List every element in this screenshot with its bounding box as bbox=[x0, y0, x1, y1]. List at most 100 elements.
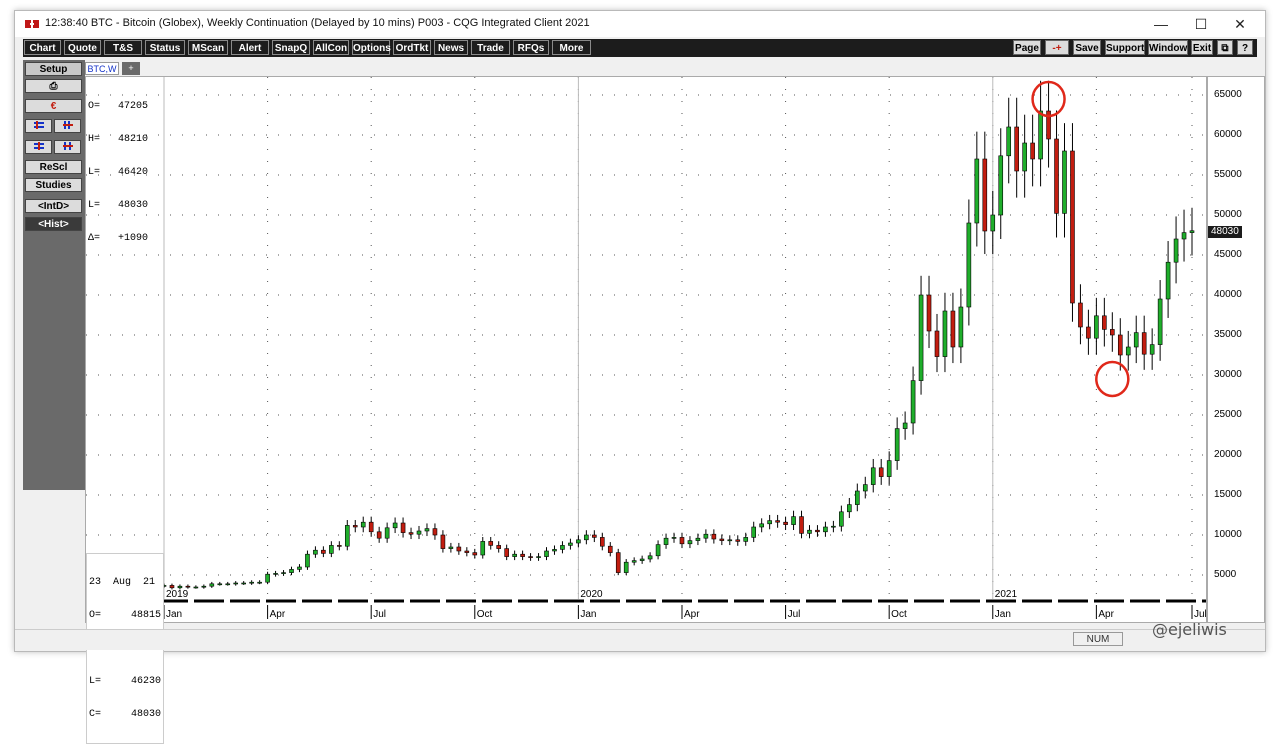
candle-body bbox=[1030, 142, 1035, 160]
candle-body bbox=[878, 467, 884, 477]
change-value: Δ= +1090 bbox=[88, 233, 149, 244]
candle-body bbox=[1094, 315, 1099, 339]
intraday-button[interactable]: <IntD> bbox=[25, 199, 82, 213]
more-button[interactable]: More bbox=[552, 40, 591, 55]
status-button[interactable]: Status bbox=[145, 40, 185, 55]
candle-body bbox=[337, 545, 342, 547]
news-button[interactable]: News bbox=[434, 40, 468, 55]
candle-body bbox=[1189, 230, 1195, 233]
record-icon[interactable]: € bbox=[25, 99, 82, 113]
candle-body bbox=[751, 526, 757, 538]
price-chart[interactable]: 2019 2020 2021 Jan Apr Jul Oct Jan Apr Jul Oct Jan A… bbox=[85, 76, 1207, 744]
tab-btc-weekly[interactable]: BTC,W bbox=[85, 62, 119, 75]
allcon-button[interactable]: AllCon bbox=[313, 40, 349, 55]
help-button[interactable]: ? bbox=[1237, 40, 1253, 55]
candle-body bbox=[831, 525, 836, 528]
studies-button[interactable]: Studies bbox=[25, 178, 82, 192]
candle-body bbox=[735, 539, 741, 542]
rescale-button[interactable]: ReScl bbox=[25, 160, 82, 174]
historical-button[interactable]: <Hist> bbox=[25, 217, 82, 231]
zoom-in-vertical-icon[interactable] bbox=[54, 119, 81, 133]
mscan-button[interactable]: MScan bbox=[188, 40, 228, 55]
candle-body bbox=[799, 516, 804, 534]
snapq-button[interactable]: SnapQ bbox=[272, 40, 310, 55]
last-price-tag: 48030 bbox=[1208, 226, 1242, 238]
close-button[interactable]: ✕ bbox=[1226, 15, 1254, 33]
support-button[interactable]: Support bbox=[1105, 40, 1145, 55]
chart-button[interactable]: Chart bbox=[24, 40, 61, 55]
minimize-button[interactable]: — bbox=[1147, 15, 1175, 33]
month-label: Apr bbox=[270, 609, 286, 620]
restore-icon[interactable]: ⧉ bbox=[1217, 40, 1233, 55]
author-watermark: @ejeliwis bbox=[1152, 620, 1227, 639]
candle-body bbox=[241, 582, 246, 585]
candle-body bbox=[902, 422, 908, 429]
setup-button[interactable]: Setup bbox=[25, 62, 82, 76]
candle-body bbox=[185, 585, 191, 588]
add-tab-button[interactable]: + bbox=[122, 62, 140, 75]
link-arrows-button[interactable]: -+ bbox=[1045, 40, 1069, 55]
zoom-out-horizontal-icon[interactable] bbox=[25, 140, 52, 154]
window-menu-button[interactable]: Window bbox=[1148, 40, 1188, 55]
month-label: Jul bbox=[1194, 609, 1206, 620]
options-button[interactable]: Options bbox=[352, 40, 391, 55]
quote-button[interactable]: Quote bbox=[64, 40, 101, 55]
maximize-button[interactable]: ☐ bbox=[1187, 15, 1215, 33]
candle-body bbox=[886, 460, 892, 477]
price-axis-tick: 20000 bbox=[1214, 449, 1242, 460]
page-button[interactable]: Page bbox=[1013, 40, 1041, 55]
candle-body bbox=[1022, 142, 1027, 172]
candle-body bbox=[528, 556, 533, 558]
rfqs-button[interactable]: RFQs bbox=[513, 40, 549, 55]
price-axis-tick: 30000 bbox=[1214, 369, 1242, 380]
main-toolbar: Chart Quote T&S Status MScan Alert SnapQ… bbox=[23, 39, 1257, 57]
candle-body bbox=[663, 537, 669, 545]
candle-body bbox=[408, 532, 414, 535]
candle-body bbox=[599, 537, 605, 547]
candle-body bbox=[1181, 232, 1187, 240]
candle-body bbox=[623, 561, 629, 573]
candle-body bbox=[424, 528, 430, 532]
candle-body bbox=[177, 585, 183, 589]
trade-button[interactable]: Trade bbox=[471, 40, 510, 55]
print-icon[interactable]: ⎙ bbox=[25, 79, 82, 93]
month-label: Apr bbox=[1098, 609, 1114, 620]
candle-body bbox=[695, 537, 701, 541]
candle-body bbox=[416, 530, 422, 535]
candle-body bbox=[894, 428, 900, 461]
candle-body bbox=[472, 552, 478, 556]
candle-body bbox=[1133, 332, 1139, 348]
candle-body bbox=[639, 558, 645, 561]
candle-body bbox=[1086, 326, 1091, 339]
candle-body bbox=[464, 550, 470, 553]
exit-button[interactable]: Exit bbox=[1191, 40, 1213, 55]
candle-body bbox=[1125, 346, 1131, 356]
save-button[interactable]: Save bbox=[1073, 40, 1101, 55]
candle-body bbox=[400, 522, 406, 533]
highlight-circle bbox=[1095, 360, 1130, 398]
ts-button[interactable]: T&S bbox=[104, 40, 142, 55]
candle-body bbox=[1014, 126, 1019, 172]
candle-body bbox=[281, 572, 286, 574]
candle-body bbox=[321, 549, 326, 554]
zoom-in-horizontal-icon[interactable] bbox=[25, 119, 52, 133]
candle-body bbox=[815, 529, 820, 533]
candle-body bbox=[974, 158, 980, 224]
candle-body bbox=[560, 545, 565, 550]
month-label: Jul bbox=[788, 609, 801, 620]
candle-body bbox=[1102, 315, 1107, 330]
price-axis-tick: 55000 bbox=[1214, 169, 1242, 180]
candle-body bbox=[862, 484, 868, 492]
alert-button[interactable]: Alert bbox=[231, 40, 269, 55]
month-label: Jan bbox=[995, 609, 1011, 620]
ordtkt-button[interactable]: OrdTkt bbox=[393, 40, 431, 55]
zoom-out-vertical-icon[interactable] bbox=[54, 140, 81, 154]
candle-body bbox=[568, 542, 573, 546]
price-axis-tick: 65000 bbox=[1214, 89, 1242, 100]
price-axis-tick: 60000 bbox=[1214, 129, 1242, 140]
candle-body bbox=[1110, 329, 1115, 336]
candle-body bbox=[536, 556, 541, 558]
candle-body bbox=[576, 539, 581, 544]
candle-body bbox=[225, 583, 231, 586]
candle-body bbox=[719, 538, 725, 541]
